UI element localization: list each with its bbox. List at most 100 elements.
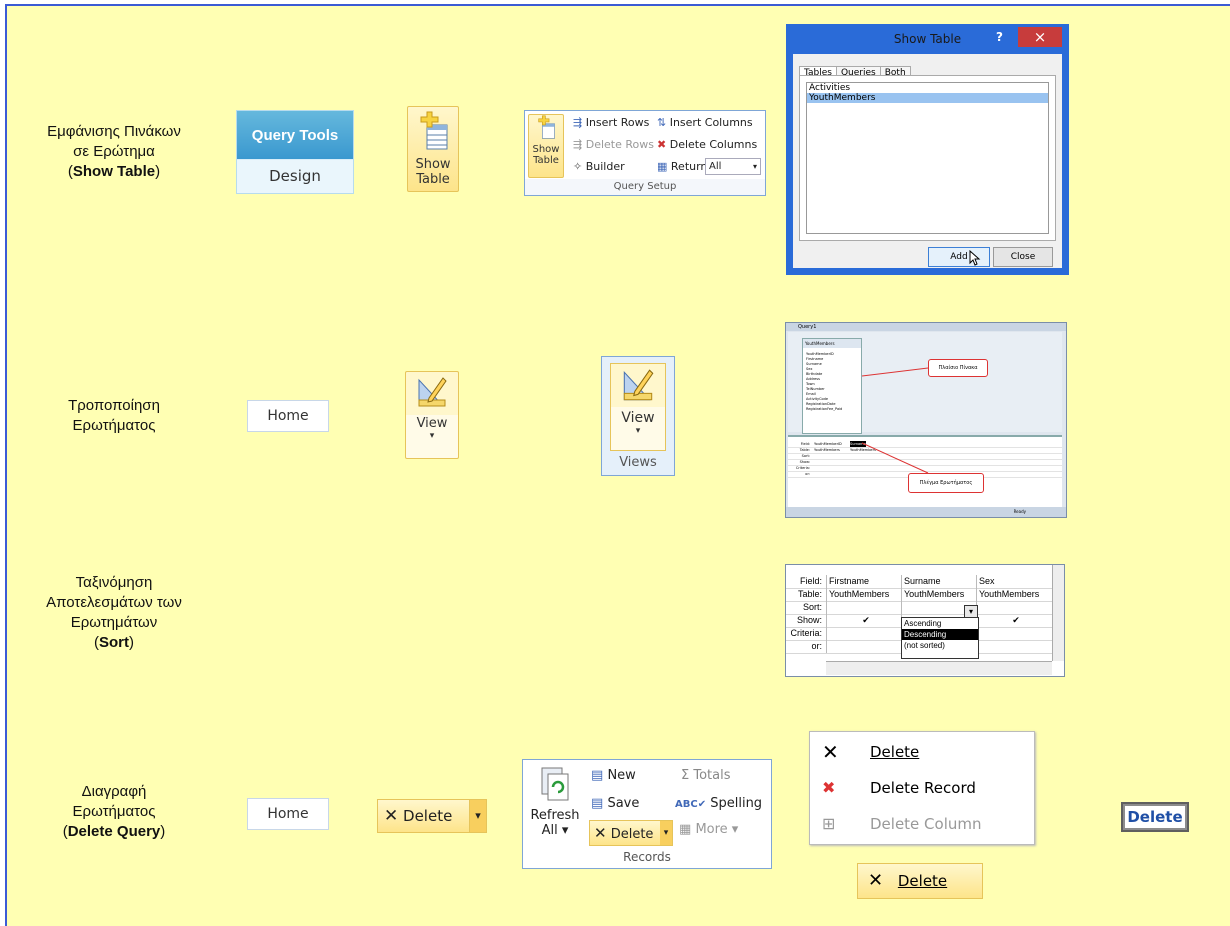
vertical-scrollbar[interactable] [1052, 565, 1064, 661]
sort-grid-cell[interactable] [976, 640, 1053, 653]
close-icon[interactable]: × [1018, 27, 1062, 47]
insert-rows-icon: ⇶ [573, 116, 583, 129]
label-line: Τροποποίηση [68, 397, 160, 414]
more-button[interactable]: ▦ More ▾ [679, 822, 738, 837]
sort-option[interactable]: Descending [902, 629, 978, 640]
close-icon: ✕ [594, 824, 607, 842]
return-select[interactable]: All ▾ [705, 158, 761, 175]
view-label: View [416, 416, 448, 431]
label-line: Show [415, 157, 451, 172]
sort-grid-cell[interactable]: Firstname [826, 575, 903, 588]
status-text: Ready [1013, 509, 1026, 514]
views-group: View ▾ Views [601, 356, 675, 476]
label-line: (Delete Query) [29, 822, 199, 842]
sort-grid-cell[interactable]: YouthMembers [976, 588, 1053, 601]
design-tab[interactable]: Design [237, 160, 353, 193]
delete-columns-button[interactable]: ✖ Delete Columns [657, 138, 757, 151]
sort-grid-cell[interactable]: YouthMembers [826, 588, 903, 601]
label-line: Table [533, 155, 559, 166]
sort-option[interactable]: Ascending [902, 618, 978, 629]
home-tab[interactable]: Home [247, 400, 329, 432]
sort-grid-row-label: Field: [799, 576, 822, 586]
delete-menu: ✕ Delete ✖ Delete Record ⊞ Delete Column [809, 731, 1035, 845]
sort-grid-cell[interactable] [976, 601, 1053, 614]
menu-item-delete-column[interactable]: ⊞ Delete Column [810, 806, 1034, 842]
help-button[interactable]: ? [996, 30, 1003, 44]
sort-grid-cell[interactable] [976, 627, 1053, 640]
refresh-icon [541, 767, 569, 801]
view-button-large[interactable]: View ▾ [610, 363, 666, 451]
sort-grid-cell[interactable] [826, 601, 903, 614]
delete-rows-button[interactable]: ⇶ Delete Rows [573, 138, 654, 151]
label-line: σε Ερώτημα [73, 143, 155, 160]
sort-dropdown[interactable]: Ascending Descending (not sorted) [901, 617, 979, 659]
builder-button[interactable]: ✧ Builder [573, 160, 625, 173]
field-item[interactable]: RegistrationFee_Paid [806, 407, 861, 412]
close-button[interactable]: Close [993, 247, 1053, 267]
label-line: Ερωτήματος [72, 417, 156, 434]
table-box[interactable]: YouthMembers YouthMemberID Firstname Surna… [802, 338, 862, 434]
sort-grid-cell[interactable]: YouthMembers [901, 588, 978, 601]
sigma-icon: Σ [681, 768, 690, 783]
delete-split-button[interactable]: ✕ Delete ▾ [377, 799, 487, 833]
show-table-button-small[interactable]: Show Table [528, 114, 564, 178]
menu-item-delete-record[interactable]: ✖ Delete Record [810, 770, 1034, 806]
horizontal-scrollbar[interactable] [826, 661, 1052, 675]
home-tab[interactable]: Home [247, 798, 329, 830]
chevron-down-icon[interactable]: ▾ [469, 800, 486, 832]
sort-grid-cell[interactable]: Surname [901, 575, 978, 588]
delete-button-small[interactable]: ✕ Delete [857, 863, 983, 899]
grid-row-label: or: [805, 472, 810, 476]
sort-grid-cell[interactable]: ✔ [826, 614, 903, 627]
delete-record-button[interactable]: ✕ Delete ▾ [589, 820, 673, 846]
new-record-button[interactable]: ▤ New [591, 768, 636, 783]
sort-grid-row-label: Sort: [802, 602, 822, 612]
sort-grid-cell[interactable] [826, 640, 903, 653]
sort-grid-row: Sort: [786, 601, 1052, 615]
list-item[interactable]: YouthMembers [807, 93, 1048, 103]
cursor-icon [969, 250, 981, 266]
totals-button[interactable]: Σ Totals [681, 768, 731, 783]
view-button[interactable]: View ▾ [405, 371, 459, 459]
sort-grid-cell[interactable]: Sex [976, 575, 1053, 588]
spelling-icon: ABC✔ [675, 799, 707, 810]
sort-grid-cell[interactable] [826, 627, 903, 640]
table-icon: ▦ [679, 822, 692, 837]
show-table-button[interactable]: Show Table [407, 106, 459, 192]
label-modify-query: Τροποποίηση Ερωτήματος [29, 396, 199, 436]
button-label: Builder [585, 160, 625, 173]
field-list: YouthMemberID Firstname Surname Sex Birthdat… [803, 348, 861, 412]
refresh-all-button[interactable]: Refresh All ▾ [529, 766, 581, 838]
chevron-down-icon[interactable]: ▾ [964, 605, 978, 618]
sort-option[interactable]: (not sorted) [902, 640, 978, 651]
query-tools-tab[interactable]: Query Tools Design [236, 110, 354, 194]
label-line: Ταξινόμηση [75, 574, 153, 591]
tables-list[interactable]: Activities YouthMembers [806, 82, 1049, 234]
label-sort: Ταξινόμηση Αποτελεσμάτων των Ερωτημάτων … [29, 573, 199, 653]
sort-grid-cell[interactable]: ✔ [976, 614, 1053, 627]
chevron-down-icon[interactable]: ▾ [660, 821, 672, 845]
list-item[interactable]: Activities [807, 83, 1048, 93]
all-label: All ▾ [541, 823, 569, 838]
label-line: (Sort) [29, 633, 199, 653]
paren: ) [129, 634, 134, 651]
label-line: Show [532, 144, 560, 155]
sort-grid: Field: Firstname Surname Sex Table: YouthMemb… [785, 564, 1065, 677]
return-icon: ▦ [657, 160, 668, 173]
sort-grid-row-label: Show: [796, 615, 822, 625]
table-pane: YouthMembers YouthMemberID Firstname Surna… [788, 332, 1062, 434]
view-label: View [621, 410, 655, 426]
delete-key[interactable]: Delete [1121, 802, 1189, 832]
insert-rows-button[interactable]: ⇶ Insert Rows [573, 116, 649, 129]
label-delete-query: Διαγραφή Ερωτήματος (Delete Query) [29, 782, 199, 842]
builder-wand-icon: ✧ [573, 160, 583, 173]
spelling-button[interactable]: ABC✔ Spelling [675, 796, 762, 811]
label-line: (Show Table) [29, 162, 199, 182]
menu-item-delete[interactable]: ✕ Delete [810, 734, 1034, 770]
canvas: Εμφάνισης Πινάκων σε Ερώτημα (Show Table… [0, 0, 1230, 926]
close-icon: ✕ [384, 806, 399, 826]
chevron-down-icon: ▾ [752, 162, 757, 171]
insert-columns-button[interactable]: ⇅ Insert Columns [657, 116, 753, 129]
save-record-button[interactable]: ▤ Save [591, 796, 639, 811]
records-group: Refresh All ▾ ▤ New ▤ Save ✕ Delete ▾ Σ T… [522, 759, 772, 869]
